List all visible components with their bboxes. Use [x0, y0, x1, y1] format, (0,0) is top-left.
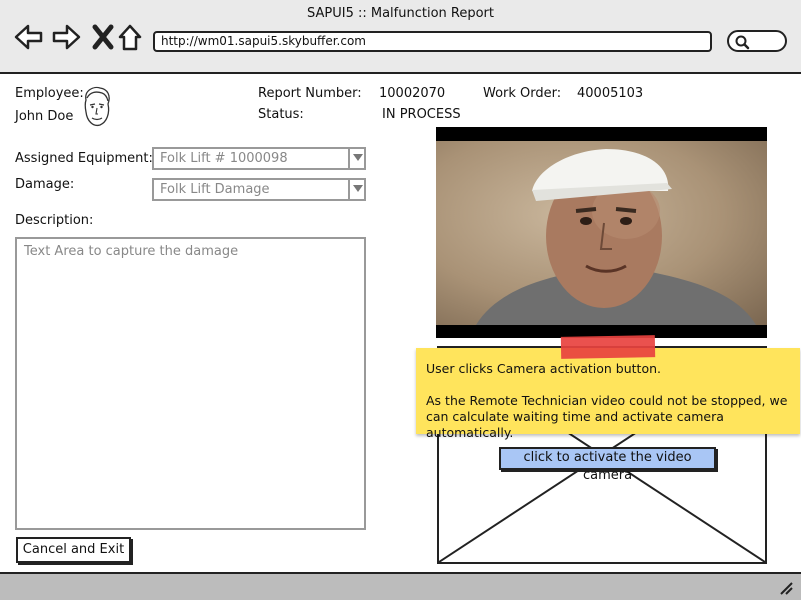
cancel-and-exit-button[interactable]: Cancel and Exit [16, 537, 131, 563]
report-number-label: Report Number: [258, 86, 362, 101]
sticky-note: User clicks Camera activation button. As… [416, 348, 800, 440]
equipment-label: Assigned Equipment: [15, 151, 153, 166]
description-textarea[interactable]: Text Area to capture the damage [15, 237, 366, 530]
avatar [84, 86, 110, 127]
chevron-down-icon[interactable] [348, 147, 366, 170]
status-label: Status: [258, 107, 304, 122]
technician-image [476, 149, 756, 325]
employee-label: Employee: [15, 86, 84, 101]
status-value: IN PROCESS [382, 107, 461, 122]
window-title: SAPUI5 :: Malfunction Report [307, 6, 494, 21]
damage-select-value: Folk Lift Damage [160, 182, 270, 197]
url-input[interactable]: http://wm01.sapui5.skybuffer.com [153, 31, 712, 52]
activate-camera-button[interactable]: click to activate the video camera [499, 447, 716, 483]
description-placeholder: Text Area to capture the damage [24, 244, 239, 259]
status-bar [0, 572, 801, 600]
damage-select[interactable]: Folk Lift Damage [152, 178, 366, 201]
video-frame [436, 141, 767, 325]
work-order-label: Work Order: [483, 86, 562, 101]
work-order-value: 40005103 [577, 86, 644, 101]
employee-name: John Doe [15, 109, 74, 124]
search-icon [735, 35, 750, 50]
report-number-value: 10002070 [379, 86, 446, 101]
note-tape [560, 335, 656, 359]
description-label: Description: [15, 213, 94, 228]
note-line-2: As the Remote Technician video could not… [426, 393, 788, 440]
close-icon[interactable] [88, 22, 118, 52]
chevron-down-icon[interactable] [348, 178, 366, 201]
damage-label: Damage: [15, 177, 75, 192]
forward-arrow-icon[interactable] [51, 22, 81, 52]
resize-grip-icon[interactable] [779, 581, 793, 595]
search-input[interactable] [727, 30, 787, 52]
equipment-select[interactable]: Folk Lift # 1000098 [152, 147, 366, 170]
remote-technician-video[interactable] [436, 127, 767, 338]
note-line-1: User clicks Camera activation button. [426, 361, 661, 376]
home-icon[interactable] [116, 22, 146, 52]
equipment-select-value: Folk Lift # 1000098 [160, 151, 288, 166]
back-arrow-icon[interactable] [14, 22, 44, 52]
